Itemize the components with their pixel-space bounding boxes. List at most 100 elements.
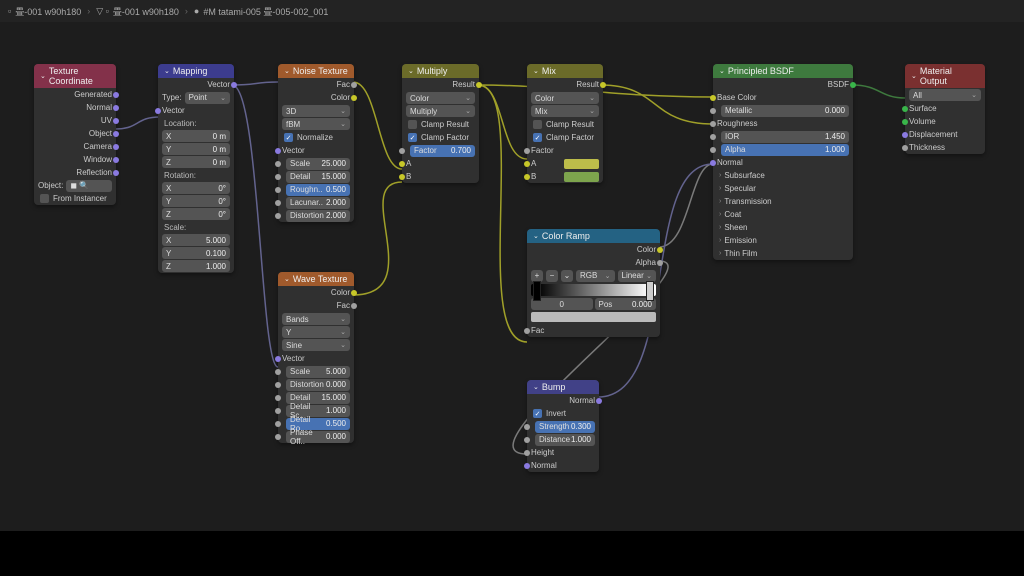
socket-height-in[interactable]: Height	[527, 446, 599, 459]
metallic-field[interactable]: Metallic0.000	[713, 104, 853, 117]
socket-b[interactable]: B	[527, 170, 603, 183]
strength-field[interactable]: Strength0.300	[527, 420, 599, 433]
node-color-ramp[interactable]: ⌄Color Ramp Color Alpha + − ⌄ RGB⌄ Linea…	[527, 229, 660, 337]
expand-sheen[interactable]: ›Sheen	[713, 221, 853, 234]
rot-y[interactable]: Y0°	[162, 195, 230, 207]
node-header[interactable]: ⌄Material Output	[905, 64, 985, 88]
target-select[interactable]: All⌄	[909, 89, 981, 101]
breadcrumb-3[interactable]: ● #M tatami-005 畳-005-002_001	[194, 5, 329, 18]
socket-a[interactable]: A	[402, 157, 479, 170]
expand-emission[interactable]: ›Emission	[713, 234, 853, 247]
socket-camera[interactable]: Camera	[34, 140, 116, 153]
from-instancer-check[interactable]: From Instancer	[34, 192, 116, 205]
node-wave-texture[interactable]: ⌄Wave Texture Color Fac Bands⌄ Y⌄ Sine⌄ …	[278, 272, 354, 443]
node-texture-coordinate[interactable]: ⌄Texture Coordinate Generated Normal UV …	[34, 64, 116, 205]
socket-uv[interactable]: UV	[34, 114, 116, 127]
socket-base-color[interactable]: Base Color	[713, 91, 853, 104]
breadcrumb-2[interactable]: ▽ ▫ 畳-001 w90h180	[96, 5, 179, 18]
node-header[interactable]: ⌄Principled BSDF	[713, 64, 853, 78]
breadcrumb-1[interactable]: ▫ 畳-001 w90h180	[8, 5, 81, 18]
socket-reflection[interactable]: Reflection	[34, 166, 116, 179]
node-multiply[interactable]: ⌄Multiply Result Color⌄ Multiply⌄ Clamp …	[402, 64, 479, 183]
type-select[interactable]: fBM⌄	[282, 118, 350, 130]
op-select[interactable]: Multiply⌄	[406, 105, 475, 117]
socket-color-out[interactable]: Color	[527, 243, 660, 256]
scl-x[interactable]: X5.000	[162, 234, 230, 246]
node-material-output[interactable]: ⌄Material Output All⌄ Surface Volume Dis…	[905, 64, 985, 154]
factor-field[interactable]: Factor0.700	[402, 144, 479, 157]
expand-subsurface[interactable]: ›Subsurface	[713, 169, 853, 182]
expand-transmission[interactable]: ›Transmission	[713, 195, 853, 208]
stop-controls[interactable]: 0 Pos0.000	[527, 298, 660, 310]
socket-vector-in[interactable]: Vector	[278, 352, 354, 365]
socket-b[interactable]: B	[402, 170, 479, 183]
loc-z[interactable]: Z0 m	[162, 156, 230, 168]
socket-thickness[interactable]: Thickness	[905, 141, 985, 154]
clamp-factor-check[interactable]: ✓Clamp Factor	[527, 131, 603, 144]
node-mix[interactable]: ⌄Mix Result Color⌄ Mix⌄ Clamp Result ✓Cl…	[527, 64, 603, 183]
socket-displacement[interactable]: Displacement	[905, 128, 985, 141]
socket-normal[interactable]: Normal	[713, 156, 853, 169]
socket-result-out[interactable]: Result	[527, 78, 603, 91]
dtype-select[interactable]: Color⌄	[406, 92, 475, 104]
socket-vector-in[interactable]: Vector	[158, 104, 234, 117]
socket-normal-out[interactable]: Normal	[527, 394, 599, 407]
ior-field[interactable]: IOR1.450	[713, 130, 853, 143]
socket-bsdf-out[interactable]: BSDF	[713, 78, 853, 91]
node-header[interactable]: ⌄Texture Coordinate	[34, 64, 116, 88]
clamp-result-check[interactable]: Clamp Result	[402, 118, 479, 131]
op-select[interactable]: Mix⌄	[531, 105, 599, 117]
socket-normal-in[interactable]: Normal	[527, 459, 599, 472]
node-noise-texture[interactable]: ⌄Noise Texture Fac Color 3D⌄ fBM⌄ ✓Norma…	[278, 64, 354, 222]
scale-field[interactable]: Scale25.000	[278, 157, 354, 170]
expand-specular[interactable]: ›Specular	[713, 182, 853, 195]
loc-y[interactable]: Y0 m	[162, 143, 230, 155]
dtype-select[interactable]: Color⌄	[531, 92, 599, 104]
detail-field[interactable]: Detail15.000	[278, 170, 354, 183]
roughness-field[interactable]: Roughn..0.500	[278, 183, 354, 196]
phase-offset-field[interactable]: Phase Off..0.000	[278, 430, 354, 443]
profile-select[interactable]: Sine⌄	[282, 339, 350, 351]
color-ramp-gradient[interactable]	[531, 284, 656, 296]
ramp-controls[interactable]: + − ⌄ RGB⌄ Linear⌄	[527, 269, 660, 282]
socket-color-out[interactable]: Color	[278, 91, 354, 104]
node-header[interactable]: ⌄Noise Texture	[278, 64, 354, 78]
expand-thin-film[interactable]: ›Thin Film	[713, 247, 853, 260]
node-editor-canvas[interactable]: ⌄Texture Coordinate Generated Normal UV …	[0, 22, 1024, 576]
socket-normal[interactable]: Normal	[34, 101, 116, 114]
socket-color-out[interactable]: Color	[278, 286, 354, 299]
socket-window[interactable]: Window	[34, 153, 116, 166]
node-header[interactable]: ⌄Mix	[527, 64, 603, 78]
normalize-check[interactable]: ✓Normalize	[278, 131, 354, 144]
scale-field[interactable]: Scale5.000	[278, 365, 354, 378]
socket-generated[interactable]: Generated	[34, 88, 116, 101]
object-picker[interactable]: Object:◼ 🔍	[34, 179, 116, 192]
node-mapping[interactable]: ⌄Mapping Vector Type:Point⌄ Vector Locat…	[158, 64, 234, 273]
socket-fac-out[interactable]: Fac	[278, 299, 354, 312]
socket-vector-out[interactable]: Vector	[158, 78, 234, 91]
alpha-field[interactable]: Alpha1.000	[713, 143, 853, 156]
distortion-field[interactable]: Distortion2.000	[278, 209, 354, 222]
distortion-field[interactable]: Distortion0.000	[278, 378, 354, 391]
rot-x[interactable]: X0°	[162, 182, 230, 194]
node-header[interactable]: ⌄Mapping	[158, 64, 234, 78]
distance-field[interactable]: Distance1.000	[527, 433, 599, 446]
socket-alpha-out[interactable]: Alpha	[527, 256, 660, 269]
socket-fac-in[interactable]: Fac	[527, 324, 660, 337]
invert-check[interactable]: ✓Invert	[527, 407, 599, 420]
socket-roughness[interactable]: Roughness	[713, 117, 853, 130]
loc-x[interactable]: X0 m	[162, 130, 230, 142]
socket-result-out[interactable]: Result	[402, 78, 479, 91]
stop-color[interactable]	[531, 312, 656, 322]
node-header[interactable]: ⌄Color Ramp	[527, 229, 660, 243]
socket-a[interactable]: A	[527, 157, 603, 170]
node-bump[interactable]: ⌄Bump Normal ✓Invert Strength0.300 Dista…	[527, 380, 599, 472]
socket-fac-out[interactable]: Fac	[278, 78, 354, 91]
expand-coat[interactable]: ›Coat	[713, 208, 853, 221]
clamp-factor-check[interactable]: ✓Clamp Factor	[402, 131, 479, 144]
clamp-result-check[interactable]: Clamp Result	[527, 118, 603, 131]
type-select[interactable]: Type:Point⌄	[158, 91, 234, 104]
socket-volume[interactable]: Volume	[905, 115, 985, 128]
node-header[interactable]: ⌄Wave Texture	[278, 272, 354, 286]
node-principled-bsdf[interactable]: ⌄Principled BSDF BSDF Base Color Metalli…	[713, 64, 853, 260]
